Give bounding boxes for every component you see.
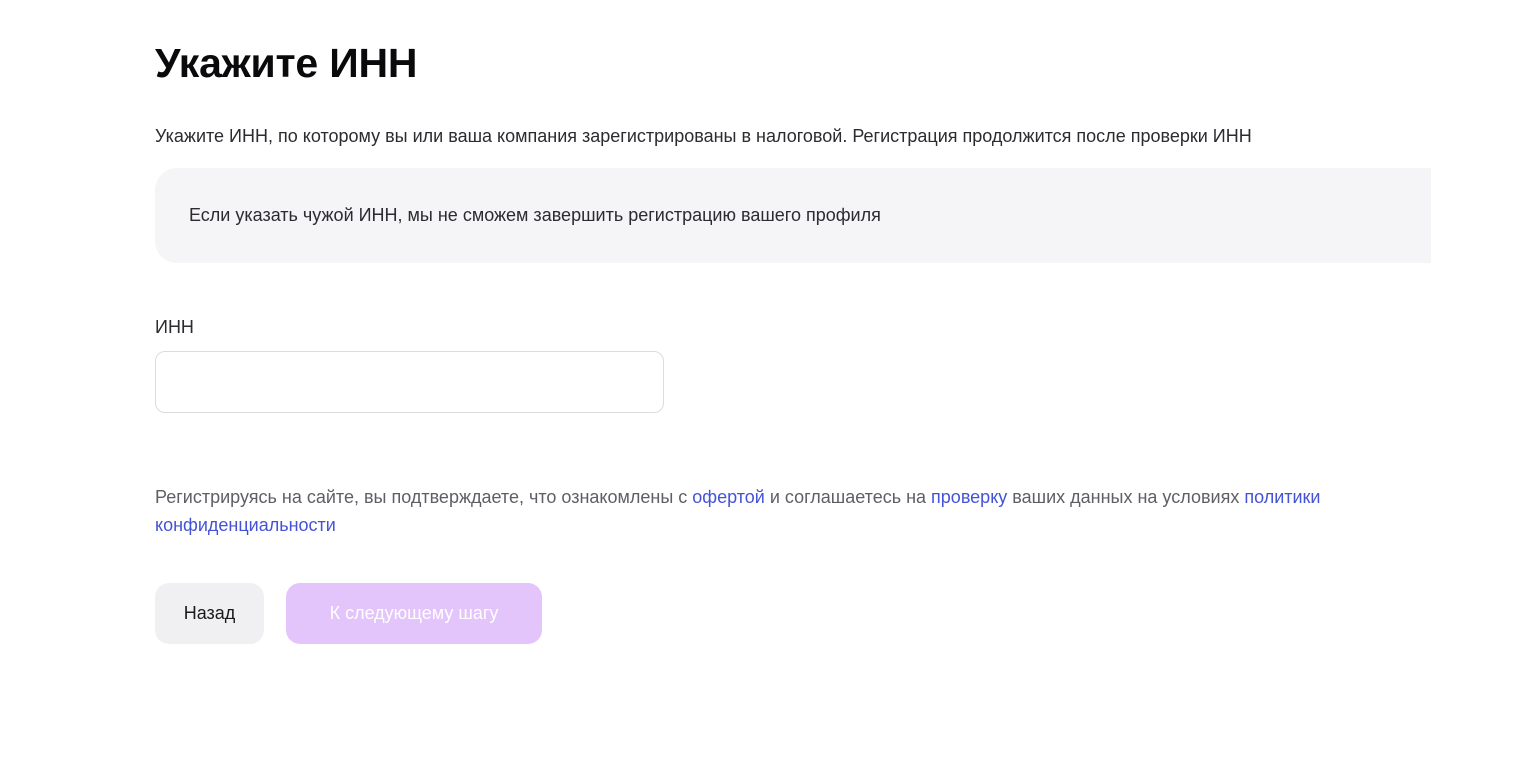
terms-text-part-3: ваших данных на условиях xyxy=(1007,487,1245,507)
back-button[interactable]: Назад xyxy=(155,583,264,644)
form-actions: Назад К следующему шагу xyxy=(155,583,1431,644)
registration-page: Укажите ИНН Укажите ИНН, по которому вы … xyxy=(0,0,1536,762)
notice-text: Если указать чужой ИНН, мы не сможем зав… xyxy=(189,205,881,225)
terms-text-part-2: и соглашаетесь на xyxy=(764,487,932,507)
page-title: Укажите ИНН xyxy=(155,40,418,86)
page-description: Укажите ИНН, по которому вы или ваша ком… xyxy=(155,126,1252,146)
inn-step-form: Укажите ИНН Укажите ИНН, по которому вы … xyxy=(155,38,1431,644)
inn-field-label: ИНН xyxy=(155,317,194,337)
terms-text-part-1: Регистрируясь на сайте, вы подтверждаете… xyxy=(155,487,693,507)
inn-input[interactable] xyxy=(155,351,664,413)
warning-notice: Если указать чужой ИНН, мы не сможем зав… xyxy=(155,168,1431,263)
offer-link[interactable]: офертой xyxy=(692,487,765,507)
next-step-button[interactable]: К следующему шагу xyxy=(286,583,542,644)
terms-text: Регистрируясь на сайте, вы подтверждаете… xyxy=(155,483,1385,539)
data-check-link[interactable]: проверку xyxy=(931,487,1007,507)
